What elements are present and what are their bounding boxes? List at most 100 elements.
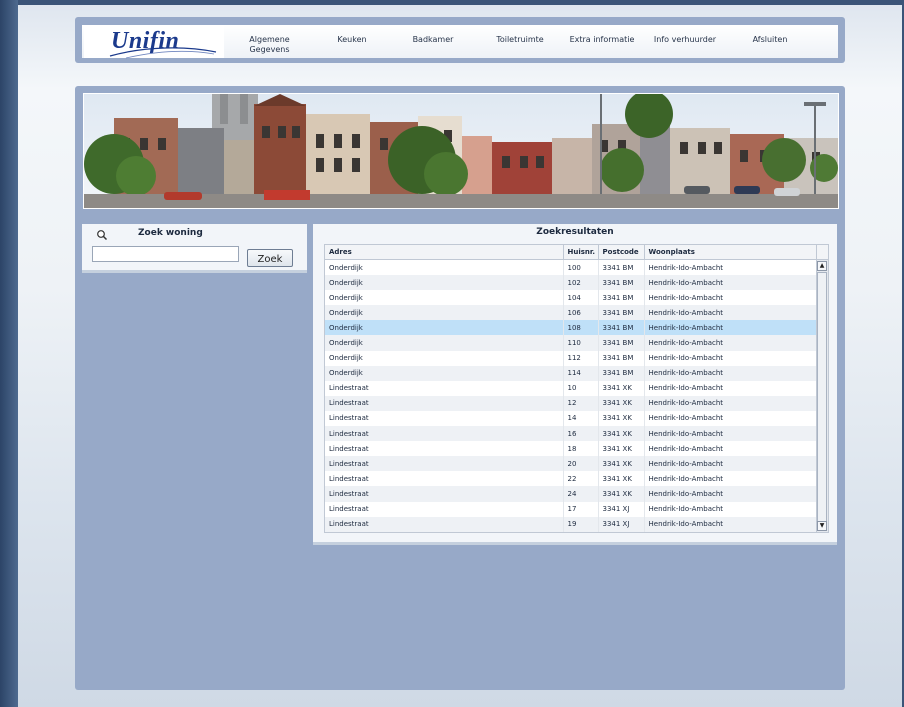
scrollbar-thumb[interactable] bbox=[817, 272, 827, 522]
search-input[interactable] bbox=[92, 246, 239, 262]
table-row[interactable]: Lindestraat 12 3341 XK Hendrik-Ido-Ambacht bbox=[325, 395, 817, 411]
search-panel: Zoek woning Zoek bbox=[82, 224, 307, 273]
table-row[interactable]: Lindestraat 16 3341 XK Hendrik-Ido-Ambacht bbox=[325, 426, 817, 442]
search-button[interactable]: Zoek bbox=[247, 249, 293, 267]
cell-woonplaats: Hendrik-Ido-Ambacht bbox=[644, 426, 817, 442]
scrollbar-header-cap bbox=[816, 245, 828, 260]
cell-postcode: 3341 XJ bbox=[598, 516, 645, 532]
cell-postcode: 3341 BM bbox=[598, 350, 645, 366]
nav-info-verhuurder[interactable]: Info verhuurder bbox=[650, 35, 720, 45]
column-header-woonplaats[interactable]: Woonplaats bbox=[644, 245, 817, 260]
cell-woonplaats: Hendrik-Ido-Ambacht bbox=[644, 410, 817, 427]
nav-keuken[interactable]: Keuken bbox=[332, 35, 372, 45]
table-row[interactable]: Onderdijk 104 3341 BM Hendrik-Ido-Ambacht bbox=[325, 290, 817, 306]
table-row[interactable]: Lindestraat 20 3341 XK Hendrik-Ido-Ambacht bbox=[325, 456, 817, 472]
search-icon bbox=[97, 230, 108, 241]
background-left-edge bbox=[0, 0, 18, 707]
nav-toiletruimte[interactable]: Toiletruimte bbox=[490, 35, 550, 45]
cell-adres: Lindestraat bbox=[325, 456, 564, 472]
logo-swoosh bbox=[109, 47, 217, 59]
banner-panel bbox=[75, 86, 845, 214]
table-row[interactable]: Lindestraat 19 3341 XJ Hendrik-Ido-Ambacht bbox=[325, 516, 817, 532]
table-row[interactable]: Onderdijk 110 3341 BM Hendrik-Ido-Ambacht bbox=[325, 335, 817, 351]
cell-postcode: 3341 BM bbox=[598, 259, 645, 276]
cell-postcode: 3341 XK bbox=[598, 395, 645, 411]
column-header-postcode[interactable]: Postcode bbox=[598, 245, 645, 260]
table-row[interactable]: Onderdijk 112 3341 BM Hendrik-Ido-Ambacht bbox=[325, 350, 817, 366]
cell-huisnr: 102 bbox=[563, 275, 599, 291]
cell-adres: Lindestraat bbox=[325, 516, 564, 532]
cell-woonplaats: Hendrik-Ido-Ambacht bbox=[644, 395, 817, 411]
table-row[interactable]: Onderdijk 108 3341 BM Hendrik-Ido-Ambacht bbox=[325, 320, 817, 336]
cell-huisnr: 110 bbox=[563, 335, 599, 351]
cell-adres: Lindestraat bbox=[325, 441, 564, 457]
cell-huisnr: 112 bbox=[563, 350, 599, 366]
cell-adres: Lindestraat bbox=[325, 395, 564, 411]
table-row[interactable]: Onderdijk 100 3341 BM Hendrik-Ido-Ambacht bbox=[325, 259, 817, 276]
table-row[interactable]: Lindestraat 14 3341 XK Hendrik-Ido-Ambacht bbox=[325, 410, 817, 427]
table-row[interactable]: Lindestraat 17 3341 XJ Hendrik-Ido-Ambacht bbox=[325, 501, 817, 517]
results-table-container: Adres Huisnr. Postcode Woonplaats Onderd… bbox=[324, 244, 829, 533]
logo: Unifin bbox=[84, 25, 224, 59]
table-row[interactable]: Onderdijk 106 3341 BM Hendrik-Ido-Ambacht bbox=[325, 305, 817, 321]
cell-woonplaats: Hendrik-Ido-Ambacht bbox=[644, 441, 817, 457]
cell-huisnr: 100 bbox=[563, 259, 599, 276]
cell-huisnr: 20 bbox=[563, 456, 599, 472]
table-row[interactable]: Onderdijk 102 3341 BM Hendrik-Ido-Ambacht bbox=[325, 275, 817, 291]
results-panel: Zoekresultaten Adres Huisnr. Postcode Wo… bbox=[313, 224, 837, 545]
table-row[interactable]: Onderdijk 114 3341 BM Hendrik-Ido-Ambacht bbox=[325, 365, 817, 381]
cell-huisnr: 114 bbox=[563, 365, 599, 381]
cell-huisnr: 108 bbox=[563, 320, 599, 336]
nav-algemene-gegevens[interactable]: Algemene Gegevens bbox=[242, 35, 297, 55]
cell-postcode: 3341 BM bbox=[598, 290, 645, 306]
scroll-down-icon[interactable]: ▼ bbox=[817, 521, 827, 531]
cell-huisnr: 104 bbox=[563, 290, 599, 306]
cell-postcode: 3341 XK bbox=[598, 426, 645, 442]
cell-adres: Lindestraat bbox=[325, 471, 564, 487]
cell-adres: Onderdijk bbox=[325, 305, 564, 321]
cell-huisnr: 18 bbox=[563, 441, 599, 457]
cell-postcode: 3341 XK bbox=[598, 471, 645, 487]
cell-woonplaats: Hendrik-Ido-Ambacht bbox=[644, 365, 817, 381]
nav-extra-informatie[interactable]: Extra informatie bbox=[567, 35, 637, 45]
table-row[interactable]: Lindestraat 10 3341 XK Hendrik-Ido-Ambacht bbox=[325, 380, 817, 396]
cell-postcode: 3341 XK bbox=[598, 410, 645, 427]
cell-adres: Lindestraat bbox=[325, 410, 564, 427]
column-header-adres[interactable]: Adres bbox=[325, 245, 564, 260]
cell-adres: Lindestraat bbox=[325, 426, 564, 442]
cell-woonplaats: Hendrik-Ido-Ambacht bbox=[644, 275, 817, 291]
table-row[interactable]: Lindestraat 22 3341 XK Hendrik-Ido-Ambacht bbox=[325, 471, 817, 487]
cell-adres: Onderdijk bbox=[325, 350, 564, 366]
cell-huisnr: 17 bbox=[563, 501, 599, 517]
cell-postcode: 3341 BM bbox=[598, 335, 645, 351]
cell-woonplaats: Hendrik-Ido-Ambacht bbox=[644, 335, 817, 351]
nav-afsluiten[interactable]: Afsluiten bbox=[750, 35, 790, 45]
table-row[interactable]: Lindestraat 24 3341 XK Hendrik-Ido-Ambacht bbox=[325, 486, 817, 502]
cell-adres: Onderdijk bbox=[325, 275, 564, 291]
cell-woonplaats: Hendrik-Ido-Ambacht bbox=[644, 486, 817, 502]
cell-huisnr: 106 bbox=[563, 305, 599, 321]
cell-woonplaats: Hendrik-Ido-Ambacht bbox=[644, 305, 817, 321]
cell-woonplaats: Hendrik-Ido-Ambacht bbox=[644, 456, 817, 472]
cell-huisnr: 22 bbox=[563, 471, 599, 487]
cell-huisnr: 19 bbox=[563, 516, 599, 532]
cell-woonplaats: Hendrik-Ido-Ambacht bbox=[644, 290, 817, 306]
cell-postcode: 3341 XK bbox=[598, 441, 645, 457]
cell-adres: Onderdijk bbox=[325, 320, 564, 336]
search-title: Zoek woning bbox=[138, 228, 203, 238]
cell-adres: Onderdijk bbox=[325, 365, 564, 381]
results-scrollbar[interactable]: ▲ ▼ bbox=[816, 260, 828, 532]
cell-postcode: 3341 BM bbox=[598, 275, 645, 291]
nav-badkamer[interactable]: Badkamer bbox=[408, 35, 458, 45]
cell-postcode: 3341 BM bbox=[598, 365, 645, 381]
cell-woonplaats: Hendrik-Ido-Ambacht bbox=[644, 350, 817, 366]
header-inner: Unifin Algemene Gegevens Keuken Badkamer… bbox=[82, 25, 838, 59]
cell-postcode: 3341 XJ bbox=[598, 501, 645, 517]
scroll-up-icon[interactable]: ▲ bbox=[817, 261, 827, 271]
table-row[interactable]: Lindestraat 18 3341 XK Hendrik-Ido-Ambacht bbox=[325, 441, 817, 457]
cell-adres: Onderdijk bbox=[325, 290, 564, 306]
cell-woonplaats: Hendrik-Ido-Ambacht bbox=[644, 501, 817, 517]
results-body: Onderdijk 100 3341 BM Hendrik-Ido-Ambacht On… bbox=[325, 259, 817, 532]
column-header-huisnr[interactable]: Huisnr. bbox=[563, 245, 599, 260]
cell-woonplaats: Hendrik-Ido-Ambacht bbox=[644, 320, 817, 336]
